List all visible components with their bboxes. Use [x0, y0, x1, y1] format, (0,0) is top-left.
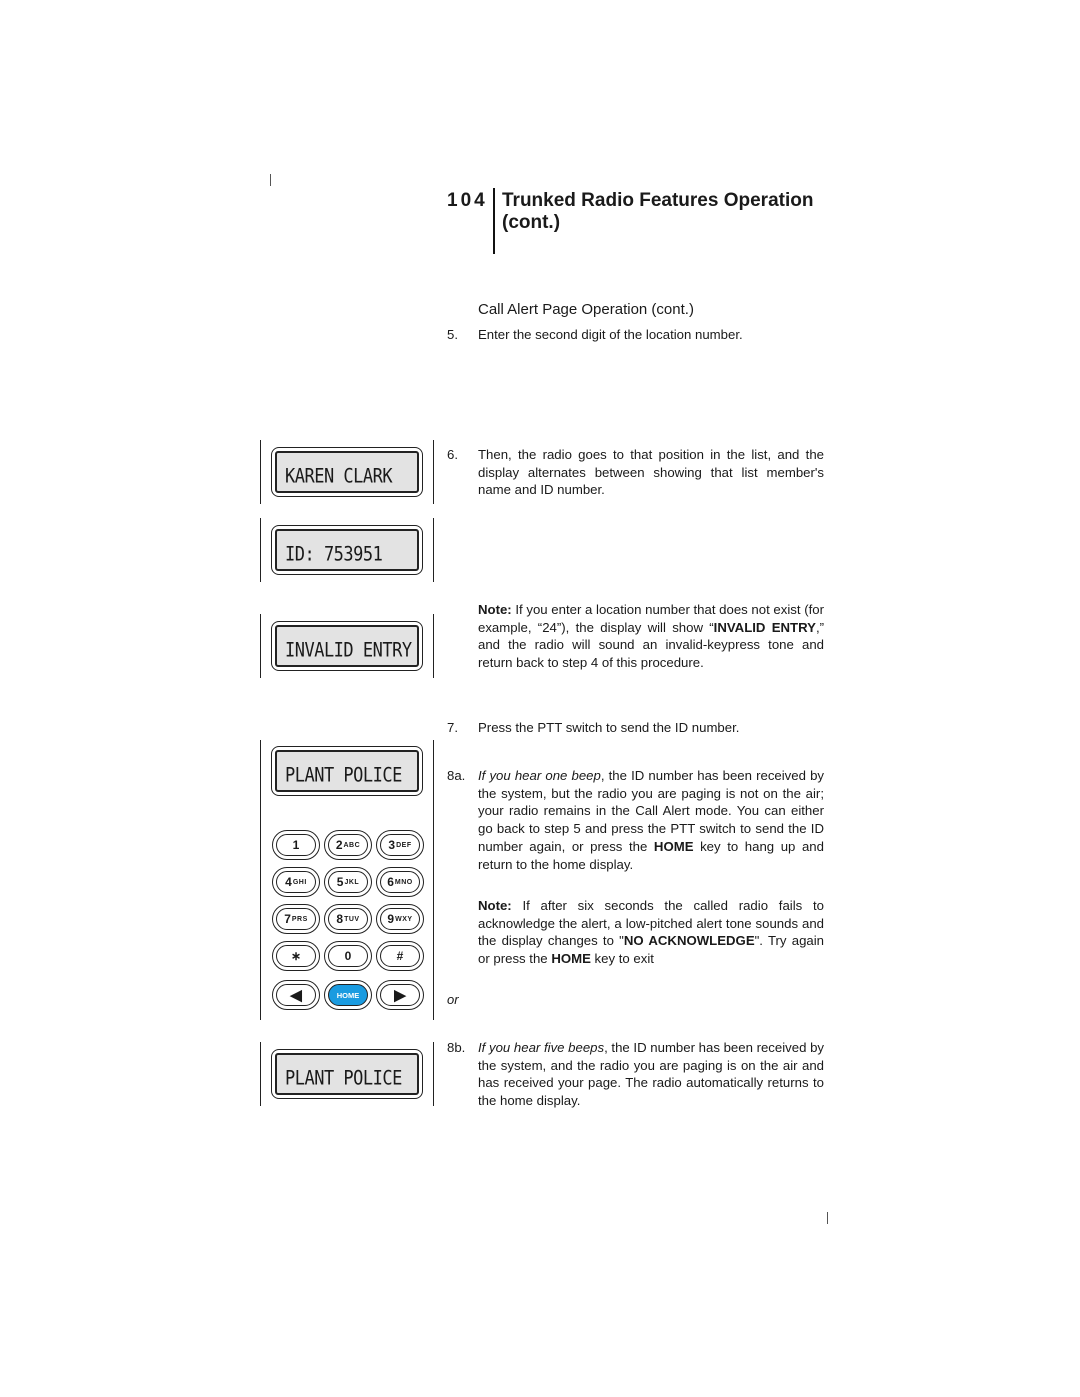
- step-number: 7.: [447, 720, 458, 735]
- display-text: ID: 753951: [285, 543, 383, 566]
- key-digit: 9: [387, 912, 395, 926]
- key-pound[interactable]: #: [376, 941, 424, 971]
- key-2[interactable]: 2 ABC: [324, 830, 372, 860]
- key-digit: 8: [336, 912, 344, 926]
- figure-bracket-right: [433, 740, 434, 1020]
- right-arrow-icon: ▶: [394, 987, 406, 1004]
- key-8[interactable]: 8 TUV: [324, 904, 372, 934]
- figure-bracket-left: [260, 740, 261, 1020]
- key-letters: WXY: [395, 915, 413, 923]
- key-star[interactable]: ∗: [272, 941, 320, 971]
- step-text: Then, the radio goes to that position in…: [478, 447, 824, 498]
- no-acknowledge-term: NO ACKNOWLEDGE: [623, 933, 755, 949]
- key-letters: ABC: [343, 841, 361, 849]
- step-text: Enter the second digit of the location n…: [478, 327, 743, 342]
- key-digit: 6: [387, 875, 394, 889]
- figure-bracket-left: [260, 518, 261, 582]
- left-arrow-key[interactable]: ◀: [272, 980, 320, 1010]
- key-digit: 7: [284, 912, 291, 926]
- left-arrow-icon: ◀: [290, 987, 302, 1004]
- step-text: Press the PTT switch to send the ID numb…: [478, 720, 740, 735]
- key-letters: DEF: [396, 841, 412, 849]
- step-number: 6.: [447, 447, 458, 462]
- radio-display-name: KAREN CLARK: [271, 447, 423, 497]
- header-divider: [493, 188, 495, 254]
- key-digit: ∗: [290, 949, 302, 963]
- step-number: 8a.: [447, 768, 466, 783]
- note-label: Note:: [478, 602, 512, 617]
- home-term: HOME: [653, 838, 694, 854]
- display-text: KAREN CLARK: [285, 465, 393, 488]
- invalid-entry-term: INVALID ENTRY: [713, 619, 816, 635]
- figure-bracket-right: [433, 518, 434, 582]
- figure-bracket-left: [260, 440, 261, 504]
- right-arrow-key[interactable]: ▶: [376, 980, 424, 1010]
- crop-mark-bottom: [827, 1212, 828, 1224]
- key-9[interactable]: 9 WXY: [376, 904, 424, 934]
- note-no-acknowledge: Note: If after six seconds the called ra…: [478, 898, 824, 967]
- key-digit: #: [396, 949, 404, 963]
- key-digit: 0: [344, 949, 352, 963]
- figure-bracket-left: [260, 1042, 261, 1106]
- display-text: PLANT POLICE: [285, 1067, 402, 1090]
- key-7[interactable]: 7 PRS: [272, 904, 320, 934]
- radio-display-final: PLANT POLICE: [271, 1049, 423, 1099]
- key-letters: TUV: [344, 915, 360, 923]
- key-digit: 4: [285, 875, 292, 889]
- key-letters: GHI: [292, 878, 307, 886]
- page-title: Trunked Radio Features Operation (cont.): [502, 190, 814, 233]
- figure-bracket-right: [433, 440, 434, 504]
- key-letters: JKL: [344, 878, 360, 886]
- key-4[interactable]: 4 GHI: [272, 867, 320, 897]
- key-1[interactable]: 1: [272, 830, 320, 860]
- key-digit: 1: [292, 838, 300, 852]
- key-letters: MNO: [394, 878, 413, 886]
- key-digit: 5: [336, 875, 344, 889]
- figure-bracket-right: [433, 1042, 434, 1106]
- radio-display-invalid: INVALID ENTRY: [271, 621, 423, 671]
- key-5[interactable]: 5 JKL: [324, 867, 372, 897]
- section-title: Call Alert Page Operation (cont.): [478, 301, 694, 318]
- crop-mark-top: [270, 174, 271, 186]
- step-text: If you hear five beeps, the ID number ha…: [478, 1040, 825, 1109]
- figure-bracket-left: [260, 614, 261, 678]
- key-digit: 3: [388, 838, 396, 852]
- key-3[interactable]: 3 DEF: [376, 830, 424, 860]
- home-term: HOME: [551, 951, 591, 967]
- step-number: 5.: [447, 327, 458, 342]
- radio-display-id: ID: 753951: [271, 525, 423, 575]
- key-0[interactable]: 0: [324, 941, 372, 971]
- figure-bracket-right: [433, 614, 434, 678]
- or-label: or: [447, 992, 459, 1007]
- display-text: PLANT POLICE: [285, 764, 402, 787]
- radio-display-paging: PLANT POLICE: [271, 746, 423, 796]
- key-digit: 2: [335, 838, 343, 852]
- note-label: Note:: [478, 898, 512, 913]
- home-label: HOME: [336, 990, 360, 1000]
- home-key[interactable]: HOME: [324, 980, 372, 1010]
- page-number: 104: [447, 190, 488, 211]
- key-6[interactable]: 6 MNO: [376, 867, 424, 897]
- key-letters: PRS: [291, 915, 308, 923]
- step-text: If you hear one beep, the ID number has …: [478, 768, 825, 872]
- note-invalid-entry: Note: If you enter a location number tha…: [478, 602, 825, 671]
- display-text: INVALID ENTRY: [285, 639, 412, 662]
- step-number: 8b.: [447, 1040, 466, 1055]
